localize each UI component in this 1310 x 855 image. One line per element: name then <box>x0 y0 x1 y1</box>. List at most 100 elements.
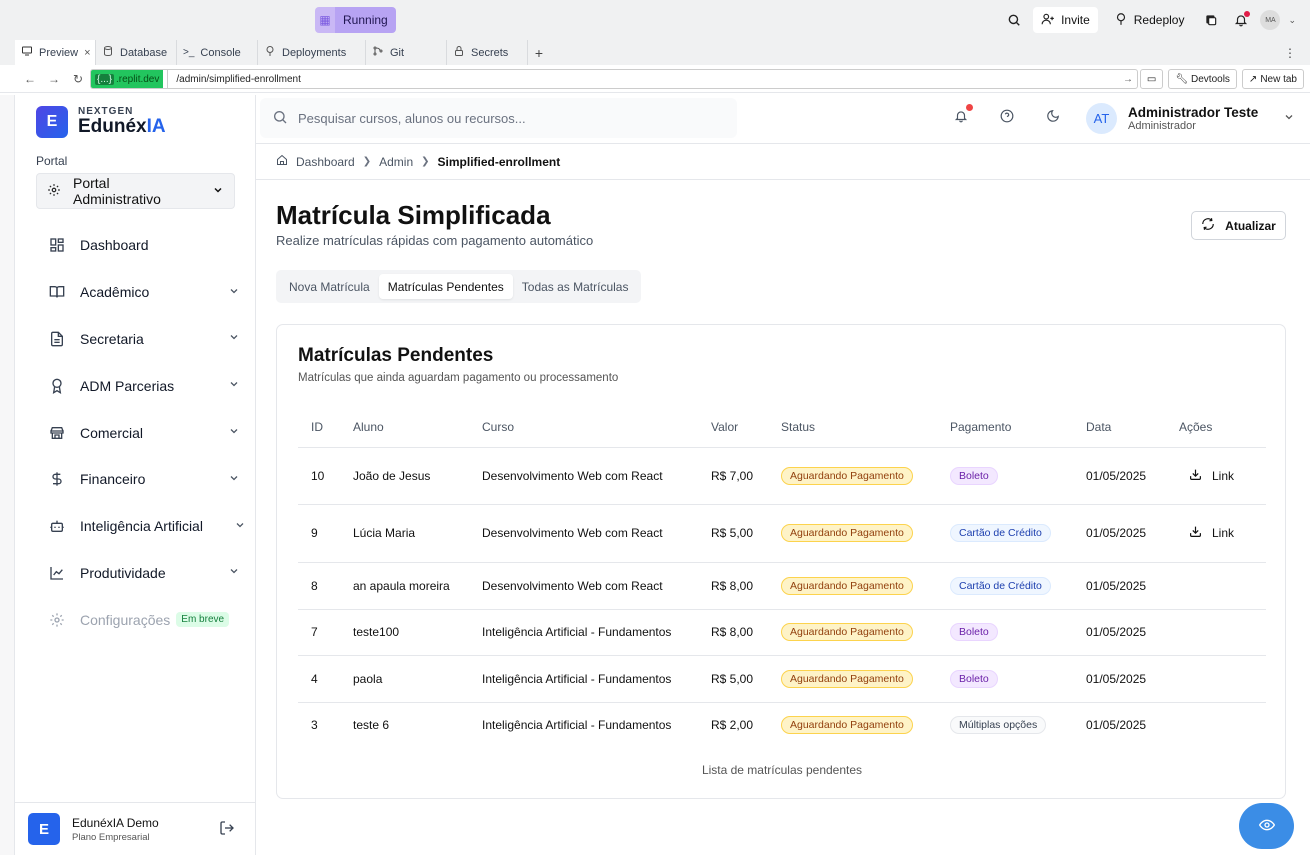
tab-secrets[interactable]: Secrets <box>447 40 528 65</box>
run-status-badge[interactable]: ▦ Running <box>315 7 396 33</box>
bell-icon[interactable] <box>1230 9 1252 31</box>
close-icon[interactable]: × <box>84 47 90 59</box>
go-arrow-icon[interactable]: → <box>1123 74 1133 85</box>
column-header[interactable]: Valor <box>711 407 781 448</box>
url-input[interactable]: {...} .replit.dev /admin/simplified-enro… <box>90 69 1138 89</box>
cell-pagamento: Cartão de Crédito <box>950 562 1086 610</box>
moon-icon[interactable] <box>1044 107 1062 125</box>
view-floating-button[interactable] <box>1239 803 1294 849</box>
cell-data: 01/05/2025 <box>1086 718 1147 733</box>
sidebar-item-financeiro[interactable]: Financeiro <box>36 456 246 503</box>
brand-name-main: Edunéx <box>78 116 147 138</box>
brand-name-accent: IA <box>146 116 166 138</box>
tab-nova-matricula[interactable]: Nova Matrícula <box>280 274 379 299</box>
tab-matriculas-pendentes[interactable]: Matrículas Pendentes <box>378 274 513 299</box>
tab-git[interactable]: Git <box>366 40 447 65</box>
url-host-brace: {...} <box>95 73 115 85</box>
sidebar-item-label: Configurações <box>80 611 171 628</box>
copy-icon[interactable] <box>1200 9 1222 31</box>
column-header[interactable]: Data <box>1086 407 1179 448</box>
tab-preview[interactable]: Preview × <box>15 40 96 65</box>
dashboard-icon <box>48 237 66 253</box>
cell-pagamento: Múltiplas opções <box>950 702 1086 748</box>
sidebar-item-label: Acadêmico <box>80 284 150 301</box>
column-header[interactable]: ID <box>298 407 353 448</box>
payment-badge: Múltiplas opções <box>950 716 1047 735</box>
cell-valor: R$ 8,00 <box>711 609 781 656</box>
portal-select[interactable]: Portal Administrativo <box>36 173 235 209</box>
column-header[interactable]: Aluno <box>353 407 482 448</box>
tab-label: Secrets <box>471 46 509 59</box>
sidebar-item-academico[interactable]: Acadêmico <box>36 269 246 316</box>
column-header: Ações <box>1179 407 1266 448</box>
cell-curso: Desenvolvimento Web com React <box>482 562 711 610</box>
tab-database[interactable]: Database <box>96 40 177 65</box>
user-menu[interactable]: AT Administrador Teste Administrador <box>1086 103 1295 134</box>
url-host: {...} .replit.dev <box>91 70 164 88</box>
cell-curso: Inteligência Artificial - Fundamentos <box>482 655 711 703</box>
devtools-button[interactable]: 🔧︎ Devtools <box>1168 69 1237 89</box>
tab-deployments[interactable]: Deployments <box>258 40 366 65</box>
link-label: Link <box>1212 526 1235 540</box>
eye-icon <box>1258 817 1275 836</box>
cell-acoes <box>1179 702 1266 748</box>
more-vertical-icon[interactable]: ⋮ <box>1284 46 1296 60</box>
git-icon <box>372 45 384 60</box>
brand[interactable]: E NEXTGEN EdunéxIA <box>36 106 166 138</box>
breadcrumb-dashboard[interactable]: Dashboard <box>296 155 355 169</box>
breadcrumb-admin[interactable]: Admin <box>379 155 413 169</box>
column-header[interactable]: Status <box>781 407 950 448</box>
back-arrow-icon[interactable]: ← <box>18 72 42 86</box>
tab-todas-matriculas[interactable]: Todas as Matrículas <box>513 274 638 299</box>
cell-valor: R$ 7,00 <box>711 447 781 505</box>
add-tab-button[interactable]: + <box>528 40 550 65</box>
page-subtitle: Realize matrículas rápidas com pagamento… <box>276 233 594 248</box>
status-badge: Aguardando Pagamento <box>781 716 913 735</box>
sidebar-item-produtividade[interactable]: Produtividade <box>36 550 246 597</box>
redeploy-button[interactable]: Redeploy <box>1106 7 1193 33</box>
column-header[interactable]: Pagamento <box>950 407 1086 448</box>
sidebar-item-inteligencia-artificial[interactable]: Inteligência Artificial <box>36 503 246 550</box>
help-icon[interactable] <box>998 107 1016 125</box>
avatar[interactable]: MA <box>1260 10 1281 30</box>
status-badge: Aguardando Pagamento <box>781 466 913 485</box>
search-icon[interactable] <box>1003 9 1025 31</box>
chart-line-icon <box>48 565 66 581</box>
database-icon <box>102 45 114 60</box>
portal-label: Portal <box>36 154 68 168</box>
notification-dot <box>966 104 973 111</box>
reload-icon[interactable]: ↻ <box>66 72 90 86</box>
soon-badge: Em breve <box>176 612 230 628</box>
payment-badge: Boleto <box>950 466 998 485</box>
payment-link-button[interactable]: Link <box>1189 525 1234 541</box>
refresh-button[interactable]: Atualizar <box>1191 211 1286 240</box>
forward-arrow-icon[interactable]: → <box>42 72 66 86</box>
payment-link-button[interactable]: Link <box>1189 468 1234 484</box>
search-input[interactable]: Pesquisar cursos, alunos ou recursos... <box>260 98 737 138</box>
sidebar: E NEXTGEN EdunéxIA Portal Portal Adminis… <box>15 95 256 855</box>
file-icon <box>48 331 66 347</box>
tab-console[interactable]: >_ Console <box>177 40 258 65</box>
sidebar-item-label: Produtividade <box>80 564 166 581</box>
logout-icon[interactable] <box>219 820 235 839</box>
invite-button[interactable]: Invite <box>1033 7 1098 33</box>
cell-aluno: paola <box>353 655 482 703</box>
sidebar-item-adm-parcerias[interactable]: ADM Parcerias <box>36 362 246 409</box>
deploy-icon <box>264 45 276 60</box>
chevron-down-icon[interactable]: ⌄ <box>1288 15 1296 26</box>
pending-enrollments-card: Matrículas Pendentes Matrículas que aind… <box>276 324 1286 799</box>
cell-id: 8 <box>298 562 353 610</box>
home-icon[interactable] <box>276 154 288 169</box>
cell-status: Aguardando Pagamento <box>781 504 950 563</box>
screen-toggle-button[interactable]: ▭ <box>1139 69 1164 89</box>
sidebar-item-secretaria[interactable]: Secretaria <box>36 316 246 363</box>
bell-icon[interactable] <box>952 104 973 125</box>
sidebar-item-comercial[interactable]: Comercial <box>36 409 246 456</box>
sidebar-item-dashboard[interactable]: Dashboard <box>36 222 246 269</box>
url-host-text: .replit.dev <box>116 73 160 85</box>
column-header[interactable]: Curso <box>482 407 711 448</box>
wrench-icon: 🔧︎ <box>1175 73 1189 85</box>
cell-acoes <box>1179 609 1266 656</box>
new-tab-button[interactable]: ↗ New tab <box>1241 69 1304 89</box>
search-placeholder: Pesquisar cursos, alunos ou recursos... <box>298 110 526 126</box>
